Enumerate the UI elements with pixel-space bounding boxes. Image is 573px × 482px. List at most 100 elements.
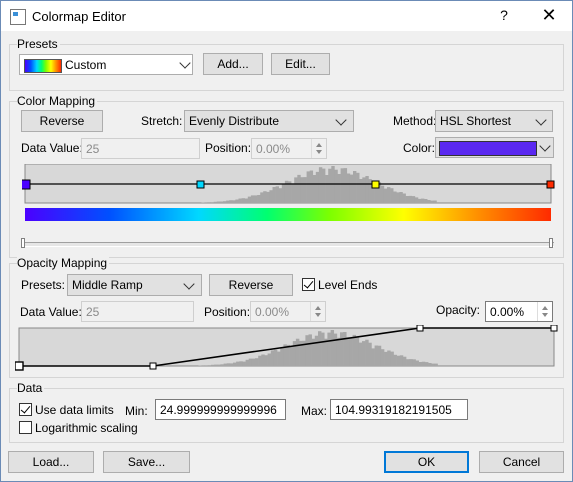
histogram-bar: [434, 363, 438, 366]
histogram-bar: [430, 200, 434, 203]
histogram-bar: [213, 201, 218, 203]
opacity-position-label: Position:: [204, 305, 251, 319]
histogram-bar: [236, 361, 240, 366]
max-value-field[interactable]: 104.99319182191505: [330, 399, 468, 420]
histogram-bar: [294, 177, 298, 203]
histogram-bar: [399, 192, 403, 203]
histogram-bar: [269, 190, 273, 203]
save-button[interactable]: Save...: [103, 451, 190, 473]
histogram-bar: [198, 365, 202, 366]
histogram-bar: [415, 360, 419, 366]
histogram-bar: [229, 363, 234, 366]
histogram-bar: [411, 196, 416, 203]
histogram-bar: [229, 200, 233, 203]
histogram-bar: [405, 196, 409, 203]
histogram-bar: [291, 183, 295, 203]
preset-dropdown[interactable]: Custom: [19, 54, 193, 75]
histogram-bar: [368, 179, 372, 203]
log-scaling-checkbox[interactable]: [19, 421, 32, 434]
opacity-data-value-field[interactable]: 25: [81, 301, 194, 322]
color-position-spinner[interactable]: [311, 139, 326, 158]
histogram-bar: [421, 198, 425, 203]
chevron-down-icon: [179, 57, 191, 69]
histogram-bar: [374, 345, 379, 366]
color-transfer-function-editor[interactable]: [22, 164, 555, 222]
ok-button[interactable]: OK: [384, 451, 469, 473]
histogram-bar: [431, 363, 435, 366]
histogram-bar: [359, 179, 363, 203]
colormap-editor-dialog: Colormap Editor ? ✕ Presets Custom Add..…: [0, 0, 573, 482]
cancel-button[interactable]: Cancel: [479, 451, 564, 473]
histogram-bar: [390, 188, 394, 203]
histogram-bar: [428, 363, 432, 366]
opacity-position-text: 0.00%: [255, 304, 290, 319]
histogram-bar: [286, 344, 290, 366]
histogram-bar: [314, 335, 319, 366]
add-preset-button[interactable]: Add...: [203, 53, 263, 75]
histogram-bar: [207, 365, 212, 366]
color-position-field[interactable]: 0.00%: [251, 138, 327, 159]
color-reverse-button[interactable]: Reverse: [21, 110, 103, 132]
min-value-text: 24.999999999999996: [160, 402, 277, 417]
histogram-bar: [305, 335, 309, 366]
histogram-bar: [387, 350, 391, 366]
use-data-limits-checkbox[interactable]: [19, 403, 32, 416]
color-data-value-field[interactable]: 25: [81, 138, 200, 159]
histogram-bar: [308, 334, 312, 366]
range-slider-max-handle[interactable]: [549, 238, 553, 248]
histogram-bar: [266, 191, 270, 203]
histogram-bar: [380, 349, 385, 366]
histogram-bar: [248, 358, 253, 366]
opacity-data-value-text: 25: [86, 304, 100, 319]
chevron-down-icon: [535, 114, 547, 126]
method-dropdown[interactable]: HSL Shortest: [435, 110, 553, 132]
opacity-field[interactable]: 0.00%: [485, 301, 553, 322]
use-data-limits-label: Use data limits: [35, 403, 114, 417]
color-position-text: 0.00%: [256, 141, 291, 156]
min-value-field[interactable]: 24.999999999999996: [155, 399, 286, 420]
color-picker[interactable]: [435, 137, 554, 158]
opacity-preset-dropdown[interactable]: Middle Ramp: [67, 274, 202, 296]
opacity-transfer-function-editor[interactable]: [15, 325, 559, 371]
color-mapping-group-label: Color Mapping: [17, 94, 98, 108]
log-scaling-label: Logarithmic scaling: [35, 421, 138, 435]
histogram-bar: [261, 354, 265, 366]
opacity-position-spinner[interactable]: [310, 302, 325, 321]
histogram-bar: [365, 176, 369, 203]
histogram-bar: [258, 355, 262, 366]
histogram-bar: [396, 192, 400, 203]
histogram-bar: [247, 196, 252, 203]
level-ends-checkbox[interactable]: [302, 278, 315, 291]
histogram-bar: [219, 201, 224, 203]
color-control-point: [22, 179, 31, 190]
histogram-bar: [204, 202, 208, 203]
opacity-spinner[interactable]: [537, 302, 552, 321]
histogram-bar: [292, 341, 297, 366]
range-slider-min-handle[interactable]: [21, 238, 25, 248]
range-slider-track[interactable]: [22, 242, 554, 247]
presets-group-label: Presets: [17, 37, 60, 51]
histogram-bar: [328, 168, 332, 203]
histogram-bar: [211, 364, 215, 366]
close-icon[interactable]: ✕: [540, 5, 558, 26]
histogram-bar: [318, 167, 323, 203]
opacity-reverse-button[interactable]: Reverse: [209, 274, 293, 296]
opacity-mapping-group-label: Opacity Mapping: [17, 256, 110, 270]
histogram-bar: [362, 341, 366, 366]
histogram-bar: [343, 168, 348, 203]
histogram-bar: [201, 202, 205, 203]
histogram-bar: [365, 339, 369, 366]
stretch-dropdown[interactable]: Evenly Distribute: [184, 110, 354, 132]
histogram-bar: [273, 349, 278, 366]
histogram-bar: [396, 355, 401, 366]
histogram-bar: [245, 359, 250, 366]
histogram-bar: [267, 353, 272, 366]
edit-preset-button[interactable]: Edit...: [271, 53, 330, 75]
histogram-bar: [223, 363, 228, 366]
preset-dropdown-value: Custom: [65, 58, 107, 72]
opacity-control-point: [550, 325, 558, 332]
opacity-position-field[interactable]: 0.00%: [250, 301, 326, 322]
help-icon[interactable]: ?: [496, 7, 512, 23]
histogram-bar: [418, 362, 423, 366]
load-button[interactable]: Load...: [8, 451, 94, 473]
